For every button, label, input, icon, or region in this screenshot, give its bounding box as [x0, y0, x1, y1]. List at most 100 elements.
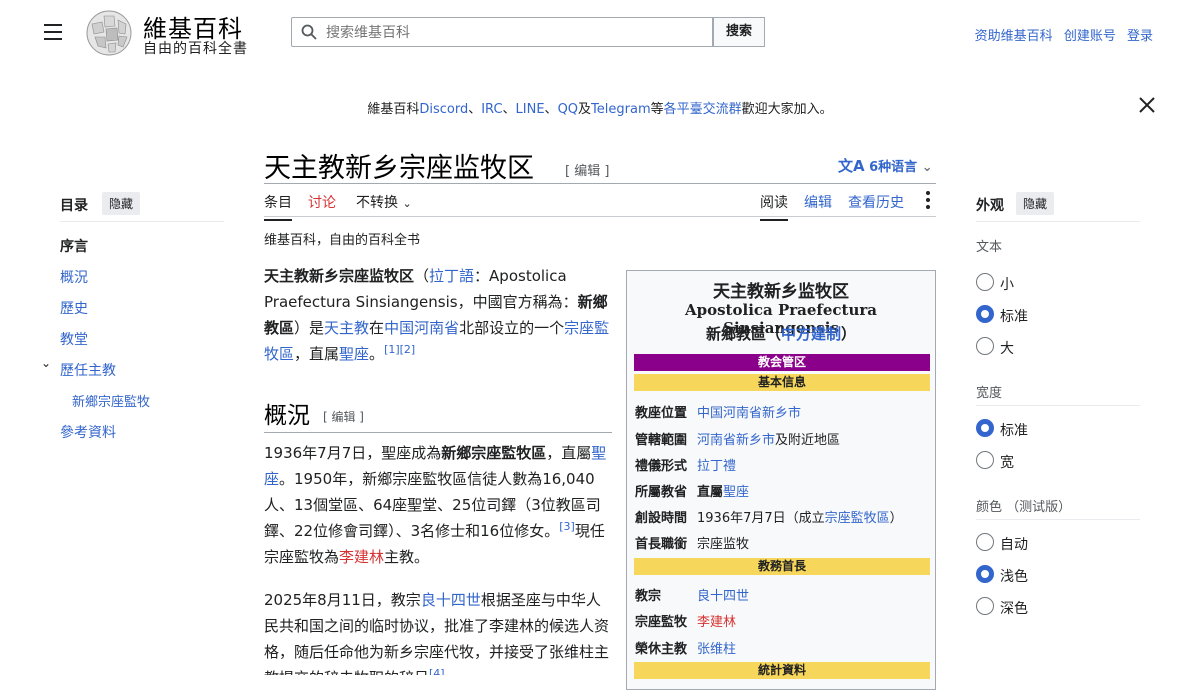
site-notice-banner: 維基百科Discord、IRC、LINE、QQ及Telegram等各平臺交流群歡… — [367, 102, 833, 117]
toc-hide-button[interactable]: 隐藏 — [102, 192, 141, 215]
irc-link[interactable]: IRC — [481, 102, 502, 117]
login-link[interactable]: 登录 — [1127, 29, 1153, 44]
redlink-li-jianlin[interactable]: 李建林 — [339, 548, 384, 566]
more-actions-icon[interactable] — [926, 191, 930, 212]
text-size-small-label[interactable]: 小 — [1000, 274, 1014, 294]
henan-link[interactable]: 河南省 — [414, 319, 459, 337]
search-box[interactable] — [291, 17, 713, 47]
infobox-band-leaders: 教務首長 — [634, 558, 930, 575]
qq-link[interactable]: QQ — [558, 102, 578, 117]
infobox-title: 天主教新乡监牧区 — [713, 282, 849, 302]
toc-item-intro[interactable]: 序言 — [60, 236, 88, 256]
line-link[interactable]: LINE — [516, 102, 545, 117]
catholic-link[interactable]: 天主教 — [324, 319, 369, 337]
close-icon[interactable] — [1138, 96, 1156, 114]
toc-item-history[interactable]: 歷史 — [60, 298, 88, 318]
citation-link[interactable]: [4] — [429, 667, 445, 675]
user-links: 资助维基百科 创建账号 登录 — [968, 25, 1153, 44]
discord-link[interactable]: Discord — [419, 102, 468, 117]
section-divider — [264, 432, 612, 433]
chevron-down-icon: ⌄ — [921, 160, 933, 175]
site-sub: 维基百科，自由的百科全书 — [264, 233, 421, 248]
appearance-divider — [976, 221, 1140, 222]
site-tagline: 自由的百科全書 — [143, 41, 248, 57]
infobox-row-province: 所屬教省 直屬聖座 — [635, 485, 750, 500]
wikipedia-globe-logo[interactable] — [84, 10, 134, 56]
width-wide-radio[interactable] — [976, 451, 994, 469]
search-icon — [301, 24, 317, 40]
toc-subitem-prefect[interactable]: 新鄉宗座監牧 — [72, 391, 150, 410]
page-title: 天主教新乡宗座监牧区 — [264, 153, 534, 184]
infobox-row-rite: 禮儀形式 拉丁禮 — [635, 459, 737, 474]
infobox: 天主教新乡监牧区 Apostolica Praefectura Sinsiang… — [626, 270, 936, 690]
chinese-system-link[interactable]: 中方建制 — [781, 325, 841, 343]
chevron-down-icon: ⌄ — [402, 197, 412, 210]
text-size-large-radio[interactable] — [976, 337, 994, 355]
title-edit-link[interactable]: [ 编辑 ] — [565, 160, 609, 179]
overview-paragraph-2: 2025年8月11日，教宗良十四世根据圣座与中华人民共和国之间的临时协议，批准了… — [264, 587, 614, 675]
overview-paragraph-1: 1936年7月7日，聖座成為新鄉宗座監牧區，直屬聖座。1950年，新鄉宗座監牧區… — [264, 444, 607, 566]
infobox-row-jurisdiction: 管轄範圍 河南省新乡市及附近地區 — [635, 433, 841, 448]
holy-see-link[interactable]: 聖座 — [339, 345, 369, 363]
color-light-label[interactable]: 浅色 — [1000, 566, 1028, 586]
section-heading-overview: 概況 — [264, 403, 310, 429]
text-size-small-radio[interactable] — [976, 273, 994, 291]
infobox-band-province: 教会管区 — [634, 354, 930, 371]
section-edit-link[interactable]: [ 编辑 ] — [323, 408, 364, 425]
infobox-band-stats: 統計資料 — [634, 662, 930, 679]
width-standard-label[interactable]: 标准 — [1000, 420, 1028, 440]
infobox-row-emeritus: 榮休主教 张维柱 — [635, 642, 737, 657]
tab-talk[interactable]: 讨论 — [308, 192, 336, 212]
color-dark-label[interactable]: 深色 — [1000, 598, 1028, 618]
width-divider — [976, 405, 1140, 406]
toc-title: 目录 — [60, 198, 88, 214]
latin-link[interactable]: 拉丁語 — [429, 267, 474, 285]
toc-divider — [60, 221, 224, 222]
leo-xiv-link[interactable]: 良十四世 — [421, 591, 481, 609]
width-wide-label[interactable]: 宽 — [1000, 452, 1014, 472]
text-size-label: 文本 — [976, 240, 1003, 255]
text-size-large-label[interactable]: 大 — [1000, 338, 1014, 358]
infobox-band-basic: 基本信息 — [634, 374, 930, 391]
infobox-row-seat: 教座位置 中国河南省新乡市 — [635, 406, 802, 421]
toc-expand-icon[interactable]: ⌄ — [41, 356, 51, 370]
infobox-subtitle: 新鄉教區（中方建制） — [705, 325, 857, 343]
toc-item-overview[interactable]: 概況 — [60, 267, 88, 287]
color-auto-radio[interactable] — [976, 533, 994, 551]
text-size-standard-label[interactable]: 标准 — [1000, 306, 1028, 326]
width-standard-radio[interactable] — [976, 419, 994, 437]
groups-link[interactable]: 各平臺交流群 — [664, 102, 742, 117]
infobox-row-established: 創設時間 1936年7月7日（成立宗座監牧區） — [635, 511, 903, 526]
tab-edit[interactable]: 编辑 — [804, 192, 832, 212]
tab-history[interactable]: 查看历史 — [848, 192, 904, 212]
search-button[interactable]: 搜索 — [713, 17, 765, 47]
infobox-row-prefect: 宗座監牧 李建林 — [635, 615, 737, 630]
color-auto-label[interactable]: 自动 — [1000, 534, 1028, 554]
color-dark-radio[interactable] — [976, 597, 994, 615]
create-account-link[interactable]: 创建账号 — [1064, 29, 1116, 44]
main-menu-button[interactable] — [44, 24, 62, 40]
color-label: 颜色 （测试版） — [976, 500, 1072, 515]
telegram-link[interactable]: Telegram — [591, 102, 651, 117]
tabs-divider — [264, 216, 936, 217]
toc-item-references[interactable]: 參考資料 — [60, 422, 116, 442]
citation-link[interactable]: [3] — [559, 520, 575, 533]
infobox-row-head-title: 首長職銜 宗座监牧 — [635, 537, 750, 552]
translate-icon: 文A — [838, 157, 865, 175]
text-size-standard-radio[interactable] — [976, 305, 994, 323]
china-link[interactable]: 中国 — [384, 319, 414, 337]
title-divider — [264, 183, 936, 184]
language-button[interactable]: 文A 6种语言 ⌄ — [838, 155, 933, 176]
width-label: 宽度 — [976, 386, 1003, 401]
citation-link[interactable]: [1][2] — [384, 343, 415, 356]
variant-dropdown[interactable]: 不转换 ⌄ — [356, 192, 412, 212]
color-divider — [976, 519, 1140, 520]
color-light-radio[interactable] — [976, 565, 994, 583]
appearance-title: 外观 — [976, 198, 1004, 214]
toc-item-bishops[interactable]: 歷任主教 — [60, 360, 116, 380]
toc-item-churches[interactable]: 教堂 — [60, 329, 88, 349]
donate-link[interactable]: 资助维基百科 — [975, 29, 1053, 44]
search-input[interactable] — [324, 21, 708, 45]
appearance-hide-button[interactable]: 隐藏 — [1016, 192, 1055, 215]
infobox-row-pope: 教宗 良十四世 — [635, 589, 750, 604]
